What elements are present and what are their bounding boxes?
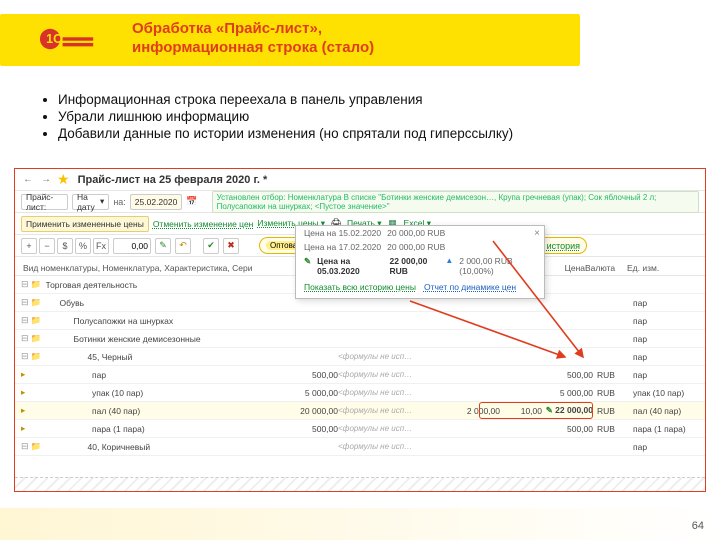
up-triangle-icon: ▲ [445, 256, 453, 276]
tree-row[interactable]: ⊟📁Ботинки женские демисезонныепар [15, 330, 705, 348]
label-date-prefix: на: [113, 197, 125, 207]
bullet-item: Добавили данные по истории изменения (но… [58, 126, 690, 141]
undo-link[interactable]: Отменить изменение цен [153, 219, 254, 229]
page-number: 64 [692, 520, 704, 532]
currency-button[interactable]: $ [57, 238, 73, 254]
filter-summary[interactable]: Установлен отбор: Номенклатура В списке … [212, 191, 699, 213]
show-all-history-link[interactable]: Показать всю историю цены [304, 282, 416, 292]
bullet-item: Информационная строка переехала в панель… [58, 92, 690, 107]
logo-1c: 1C [36, 22, 96, 56]
footer-band [0, 508, 720, 540]
filter-bar: Прайс-лист: На дату ▾ на: 25.02.2020 📅 У… [15, 191, 705, 213]
window-header: ← → ★ Прайс-лист на 25 февраля 2020 г. * [15, 169, 705, 191]
tree-row[interactable]: ⊟📁40, Коричневый<формулы не исп…пар [15, 438, 705, 456]
title-line-2: информационная строка (стало) [132, 39, 374, 58]
fx-button[interactable]: Fx [93, 238, 109, 254]
plus-button[interactable]: + [21, 238, 37, 254]
confirm-icon[interactable]: ✔ [203, 238, 219, 254]
calendar-icon[interactable]: 📅 [186, 195, 197, 209]
value-field[interactable]: 0,00 [113, 238, 151, 254]
cancel-icon[interactable]: ✖ [223, 238, 239, 254]
tree-row[interactable]: ▸упак (10 пар)5 000,00<формулы не исп…5 … [15, 384, 705, 402]
tree-row[interactable]: ▸пал (40 пар)20 000,00<формулы не исп…2 … [15, 402, 705, 420]
label-ondate[interactable]: На дату ▾ [72, 194, 109, 210]
history-row-current: ✎ Цена на 05.03.2020 22 000,00 RUB ▲ 2 0… [296, 254, 544, 278]
col-currency: Валюта [585, 263, 627, 273]
dynamics-report-link[interactable]: Отчет по динамике цен [424, 282, 516, 292]
favorite-icon[interactable]: ★ [57, 171, 70, 188]
nav-fwd-icon[interactable]: → [39, 173, 53, 187]
edit-icon[interactable]: ✎ [155, 238, 171, 254]
app-screenshot: ← → ★ Прайс-лист на 25 февраля 2020 г. *… [14, 168, 706, 492]
minus-button[interactable]: − [39, 238, 55, 254]
history-row: Цена на 15.02.2020 20 000,00 RUB [296, 226, 544, 240]
percent-button[interactable]: % [75, 238, 91, 254]
tree-row[interactable]: ⊟📁45, Черный<формулы не исп…пар [15, 348, 705, 366]
history-popup: × Цена на 15.02.2020 20 000,00 RUB Цена … [295, 225, 545, 299]
tree-row[interactable]: ▸пар500,00<формулы не исп…500,00RUBпар [15, 366, 705, 384]
slide-title: Обработка «Прайс-лист», информационная с… [132, 20, 374, 58]
bullet-list: Информационная строка переехала в панель… [40, 90, 690, 143]
svg-text:1C: 1C [46, 32, 62, 46]
tree-row[interactable]: ⊟📁Полусапожки на шнуркахпар [15, 312, 705, 330]
revert-icon[interactable]: ↶ [175, 238, 191, 254]
torn-edge [15, 477, 705, 491]
col-unit: Ед. изм. [627, 263, 697, 273]
pencil-icon: ✎ [304, 256, 311, 276]
tree-row[interactable]: ▸пара (1 пара)500,00<формулы не исп…500,… [15, 420, 705, 438]
history-link[interactable]: история [547, 241, 580, 251]
date-field[interactable]: 25.02.2020 [130, 194, 183, 210]
nav-back-icon[interactable]: ← [21, 173, 35, 187]
apply-button[interactable]: Применить измененные цены [21, 216, 149, 232]
history-row: Цена на 17.02.2020 20 000,00 RUB [296, 240, 544, 254]
title-line-1: Обработка «Прайс-лист», [132, 20, 374, 39]
window-title: Прайс-лист на 25 февраля 2020 г. * [78, 174, 268, 186]
close-icon[interactable]: × [534, 228, 540, 239]
label-pricelist: Прайс-лист: [21, 194, 68, 210]
price-tree: ⊟📁Торговая деятельность⊟📁Обувьпар⊟📁Полус… [15, 276, 705, 456]
bullet-item: Убрали лишнюю информацию [58, 109, 690, 124]
